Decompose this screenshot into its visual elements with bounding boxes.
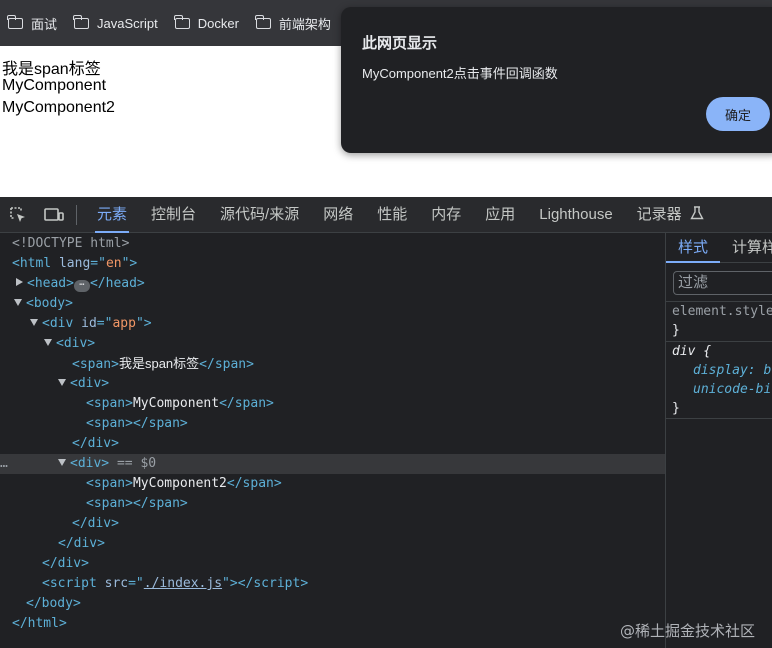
- component2-text: MyComponent2: [2, 99, 115, 116]
- rule-close-brace: }: [672, 401, 680, 416]
- tab-console[interactable]: 控制台: [139, 197, 208, 233]
- bookmark-folder-docker[interactable]: Docker: [174, 14, 239, 31]
- script-src-link[interactable]: ./index.js: [144, 576, 222, 591]
- tree-row-div-close[interactable]: </div>: [0, 434, 665, 454]
- tab-computed[interactable]: 计算样式: [720, 233, 772, 262]
- tab-sources[interactable]: 源代码/来源: [208, 197, 311, 233]
- tab-styles[interactable]: 样式: [666, 233, 721, 263]
- tree-row-div-selected[interactable]: … <div> == $0: [0, 454, 665, 474]
- folder-icon: [255, 14, 271, 29]
- alert-dialog: 此网页显示 MyComponent2点击事件回调函数 确定: [341, 7, 772, 153]
- styles-tabs: 样式 计算样式: [666, 233, 772, 263]
- tree-row-div[interactable]: <div>: [0, 334, 665, 354]
- tab-elements[interactable]: 元素: [85, 197, 139, 233]
- tree-row-body-close[interactable]: </body>: [0, 594, 665, 614]
- tree-row-span-empty[interactable]: <span></span>: [0, 494, 665, 514]
- collapse-triangle-icon[interactable]: [44, 339, 52, 346]
- tree-row-head[interactable]: <head> ⋯ </head>: [0, 274, 665, 294]
- dialog-message: MyComponent2点击事件回调函数: [362, 66, 558, 81]
- tree-row-div-close[interactable]: </div>: [0, 514, 665, 534]
- toolbar-divider: [76, 204, 77, 225]
- elements-tree: <!DOCTYPE html> <html lang="en"> <head> ⋯…: [0, 233, 665, 648]
- styles-pane: 样式 计算样式 过滤 element.style { } div { displ…: [665, 233, 772, 648]
- css-property-unicode-bidi[interactable]: unicode-bidi: isolate;: [666, 380, 772, 399]
- expand-triangle-icon[interactable]: [16, 278, 23, 286]
- css-property-display[interactable]: display: block;: [666, 361, 772, 380]
- tree-row-div-app-close[interactable]: </div>: [0, 554, 665, 574]
- html-lang-value: en: [105, 256, 122, 271]
- tree-row-doctype[interactable]: <!DOCTYPE html>: [0, 234, 665, 254]
- tree-row-div-component[interactable]: <div>: [0, 374, 665, 394]
- element-style-selector[interactable]: element.style {: [666, 302, 772, 321]
- tree-row-html[interactable]: <html lang="en">: [0, 254, 665, 274]
- element-style-rule: element.style { }: [666, 301, 772, 340]
- tree-row-span-empty[interactable]: <span></span>: [0, 414, 665, 434]
- tab-lighthouse[interactable]: Lighthouse: [527, 197, 624, 233]
- span-text: 我是span标签: [2, 61, 101, 78]
- tree-row-span[interactable]: <span>我是span标签</span>: [0, 354, 665, 374]
- tree-row-script[interactable]: <script src="./index.js"></script>: [0, 574, 665, 594]
- tree-row-div-app[interactable]: <div id="app">: [0, 314, 665, 334]
- div-style-rule: div { display: block; unicode-bidi: isol…: [666, 341, 772, 419]
- selected-node-marker: == $0: [116, 456, 157, 471]
- span-text-node: 我是span标签: [118, 356, 200, 371]
- tab-network[interactable]: 网络: [311, 197, 365, 233]
- bookmark-folder-interview[interactable]: 面试: [7, 14, 58, 33]
- styles-filter-input[interactable]: 过滤: [673, 271, 772, 295]
- bookmark-folder-frontend-architecture[interactable]: 前端架构: [255, 14, 331, 33]
- doctype-node: <!DOCTYPE html>: [12, 236, 130, 251]
- more-actions-icon[interactable]: …: [0, 454, 8, 474]
- device-toolbar-icon[interactable]: [36, 197, 72, 233]
- devtools-panel: 元素 控制台 源代码/来源 网络 性能 内存 应用 Lighthouse 记录器…: [0, 197, 772, 648]
- tree-row-body[interactable]: <body>: [0, 294, 665, 314]
- folder-icon: [73, 14, 90, 29]
- dialog-title: 此网页显示: [362, 35, 438, 52]
- bookmark-label: 面试: [31, 16, 58, 32]
- folder-icon: [174, 14, 190, 29]
- tree-row-div-close[interactable]: </div>: [0, 534, 665, 554]
- ok-button[interactable]: 确定: [706, 97, 770, 131]
- tab-recorder-label: 记录器: [636, 205, 682, 223]
- bookmark-label: Docker: [197, 15, 239, 31]
- collapse-triangle-icon[interactable]: [14, 299, 22, 306]
- devtools-toolbar: 元素 控制台 源代码/来源 网络 性能 内存 应用 Lighthouse 记录器: [0, 197, 772, 233]
- watermark: @稀土掘金技术社区: [620, 622, 756, 640]
- bookmark-label: 前端架构: [278, 16, 331, 32]
- bookmark-label: JavaScript: [97, 15, 158, 31]
- bookmark-folder-javascript[interactable]: JavaScript: [73, 14, 158, 31]
- div-id-value: app: [112, 316, 136, 331]
- collapsed-ellipsis-icon[interactable]: ⋯: [73, 280, 90, 292]
- tree-row-span-component[interactable]: <span>MyComponent</span>: [0, 394, 665, 414]
- tab-application[interactable]: 应用: [473, 197, 527, 233]
- span-text-node: MyComponent: [132, 396, 220, 411]
- collapse-triangle-icon[interactable]: [30, 319, 38, 326]
- flask-icon: [690, 205, 704, 219]
- component-text: MyComponent: [2, 77, 107, 94]
- span-text-node: MyComponent2: [132, 476, 227, 491]
- rule-close-brace: }: [672, 323, 680, 338]
- inspect-element-icon[interactable]: [0, 197, 36, 233]
- tab-recorder[interactable]: 记录器: [625, 197, 716, 233]
- collapse-triangle-icon[interactable]: [58, 459, 66, 466]
- tree-row-span-component2[interactable]: <span>MyComponent2</span>: [0, 474, 665, 494]
- tree-row-html-close[interactable]: </html>: [0, 614, 665, 634]
- div-selector[interactable]: div {: [666, 342, 772, 361]
- tab-memory[interactable]: 内存: [419, 197, 473, 233]
- collapse-triangle-icon[interactable]: [58, 379, 66, 386]
- tab-performance[interactable]: 性能: [365, 197, 419, 233]
- folder-icon: [7, 14, 23, 29]
